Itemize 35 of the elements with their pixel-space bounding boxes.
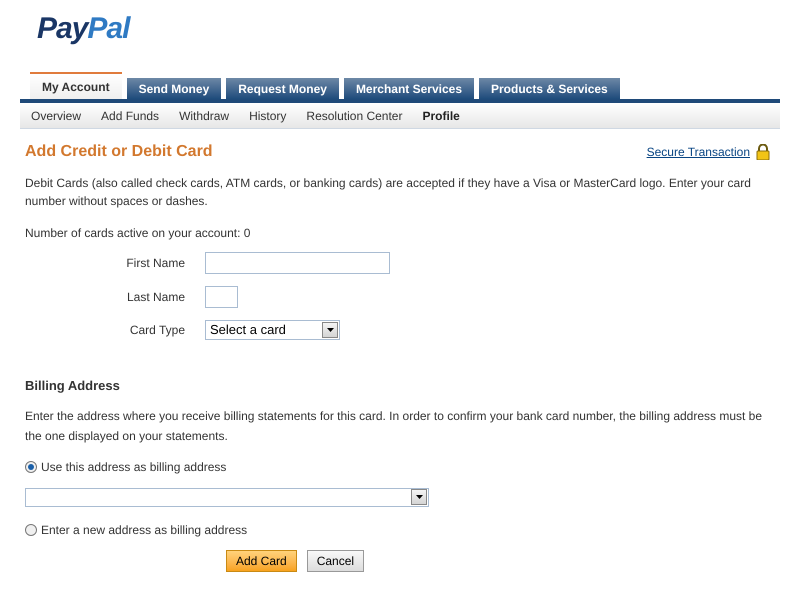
intro-text: Debit Cards (also called check cards, ATM cards, or banking cards) are accepted if they have a Visa or MasterCard logo. Enter your card number without spaces or dashes.	[25, 175, 752, 210]
cancel-button[interactable]: Cancel	[306, 550, 364, 572]
field-label: First Name	[125, 255, 186, 272]
radio-button[interactable]	[25, 524, 37, 536]
caret-icon	[326, 328, 334, 332]
dropdown-button[interactable]	[322, 322, 338, 338]
dropdown-button[interactable]	[411, 489, 427, 505]
text-field[interactable]	[205, 286, 238, 308]
radio-option[interactable]: Use this address as billing address	[25, 458, 775, 476]
cards-count-text: Number of cards active on your account: 0	[25, 225, 252, 242]
billing-text: Enter the address where you receive billing statements for this card. In order to confirm your bank card number, the billing address must be the one displayed on your statements.	[25, 408, 764, 444]
subnav-link[interactable]: Profile	[422, 106, 460, 124]
subnav-link[interactable]: Resolution Center	[306, 106, 402, 124]
card-type-select[interactable]: Select a card	[205, 320, 340, 340]
nav-tab[interactable]: Request Money	[226, 78, 339, 99]
caret-icon	[416, 495, 422, 499]
logo: PayPal	[37, 12, 130, 45]
field-label: Last Name	[126, 289, 186, 306]
secure-transaction-link[interactable]: Secure Transaction	[646, 143, 750, 161]
nav-tab[interactable]: Send Money	[126, 78, 222, 99]
radio-option[interactable]: Enter a new address as billing address	[25, 520, 775, 538]
field-label: Card Type	[128, 322, 186, 339]
section-heading: Billing Address	[25, 377, 121, 395]
subnav-link[interactable]: Withdraw	[179, 106, 230, 124]
nav-tab[interactable]: Products & Services	[479, 78, 620, 99]
radio-button[interactable]	[25, 460, 37, 472]
nav-tab[interactable]: Merchant Services	[344, 78, 474, 99]
nav-tab[interactable]: My Account	[30, 72, 122, 99]
subnav-link[interactable]: Overview	[31, 106, 82, 124]
subnav-link[interactable]: Add Funds	[101, 106, 160, 124]
padlock-icon	[756, 144, 770, 160]
add-card-button[interactable]: Add Card	[226, 550, 297, 572]
page-title: Add Credit or Debit Card	[25, 142, 213, 162]
text-field[interactable]	[205, 252, 390, 274]
subnav-link[interactable]: History	[249, 106, 286, 124]
